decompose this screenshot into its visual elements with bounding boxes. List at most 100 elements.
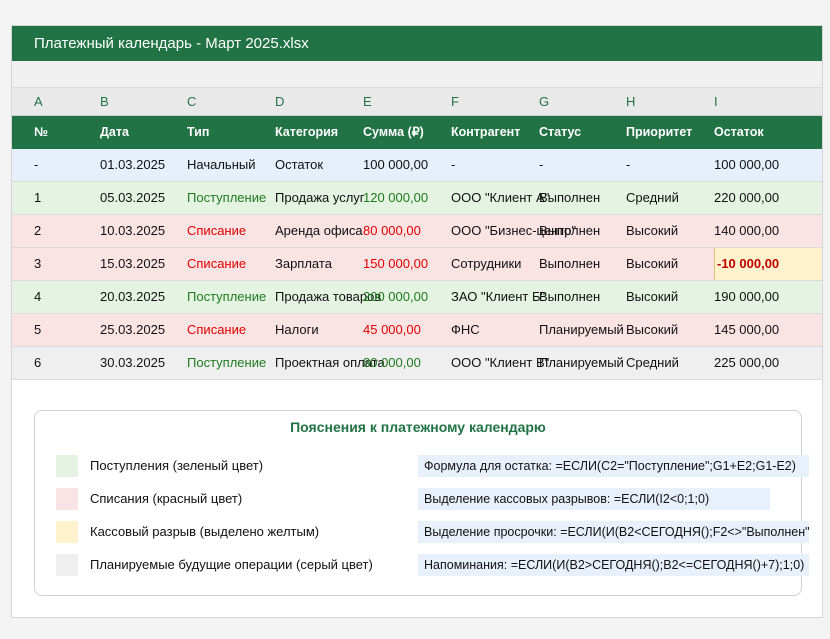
cell-number[interactable]: - (34, 149, 38, 181)
cell-balance[interactable]: 145 000,00 (714, 314, 822, 346)
legend-swatch-planned (56, 554, 78, 576)
cell-status[interactable]: - (539, 149, 543, 181)
cell-status[interactable]: Выполнен (539, 215, 600, 247)
cell-amount[interactable]: 45 000,00 (363, 314, 421, 346)
cell-amount[interactable]: 150 000,00 (363, 248, 428, 280)
table-row[interactable]: 4 20.03.2025 Поступление Продажа товаров 200… (12, 281, 822, 314)
cell-priority[interactable]: Высокий (626, 248, 678, 280)
cell-date[interactable]: 20.03.2025 (100, 281, 165, 313)
cell-priority[interactable]: Высокий (626, 314, 678, 346)
cell-balance[interactable]: 140 000,00 (714, 215, 822, 247)
window-title: Платежный календарь - Март 2025.xlsx (12, 26, 822, 61)
table-row[interactable]: 5 25.03.2025 Списание Налоги 45 000,00 ФНС Пла… (12, 314, 822, 347)
cell-amount[interactable]: 200 000,00 (363, 281, 428, 313)
cell-category[interactable]: Продажа услуг (275, 182, 365, 214)
cell-balance[interactable]: 100 000,00 (714, 149, 822, 181)
legend-title: Пояснения к платежному календарю (290, 419, 546, 435)
legend-swatch-income (56, 455, 78, 477)
cell-type[interactable]: Списание (187, 215, 246, 247)
table-row[interactable]: -01.03.2025 Начальный Остаток 100 000,00- - -… (12, 149, 822, 182)
cell-date[interactable]: 10.03.2025 (100, 215, 165, 247)
table-row[interactable]: 2 10.03.2025 Списание Аренда офиса 80 000,00… (12, 215, 822, 248)
table-row[interactable]: 1 05.03.2025 Поступление Продажа услуг 120 0… (12, 182, 822, 215)
header-status[interactable]: Статус (539, 116, 581, 148)
column-letter-i[interactable]: I (714, 88, 718, 116)
header-category[interactable]: Категория (275, 116, 338, 148)
cell-number[interactable]: 2 (34, 215, 41, 247)
cell-number[interactable]: 5 (34, 314, 41, 346)
column-letter-h[interactable]: H (626, 88, 635, 116)
cell-amount[interactable]: 100 000,00 (363, 149, 428, 181)
cell-priority[interactable]: Средний (626, 182, 679, 214)
header-type[interactable]: Тип (187, 116, 209, 148)
cell-counterparty[interactable]: ООО "Клиент В" (451, 347, 549, 379)
cell-date[interactable]: 25.03.2025 (100, 314, 165, 346)
cell-amount[interactable]: 120 000,00 (363, 182, 428, 214)
cell-balance[interactable]: 190 000,00 (714, 281, 822, 313)
column-letter-g[interactable]: G (539, 88, 549, 116)
header-date[interactable]: Дата (100, 116, 129, 148)
cell-category[interactable]: Налоги (275, 314, 319, 346)
header-row: № Дата Тип Категория Сумма (₽) Контраген… (12, 116, 822, 149)
cell-number[interactable]: 1 (34, 182, 41, 214)
cell-balance[interactable]: 225 000,00 (714, 347, 822, 379)
legend-panel: Пояснения к платежному календарю Поступл… (34, 410, 809, 596)
column-letter-c[interactable]: C (187, 88, 196, 116)
cell-type[interactable]: Списание (187, 248, 246, 280)
cell-number[interactable]: 6 (34, 347, 41, 379)
header-amount[interactable]: Сумма (₽) (363, 116, 424, 148)
formula-balance: Формула для остатка: =ЕСЛИ(C2="Поступлен… (418, 455, 809, 477)
header-priority[interactable]: Приоритет (626, 116, 692, 148)
cell-counterparty[interactable]: ЗАО "Клиент Б" (451, 281, 545, 313)
cell-status[interactable]: Планируемый (539, 347, 624, 379)
cell-type[interactable]: Начальный (187, 149, 255, 181)
cell-counterparty[interactable]: - (451, 149, 455, 181)
cell-status[interactable]: Выполнен (539, 182, 600, 214)
cell-priority[interactable]: Высокий (626, 281, 678, 313)
cell-type[interactable]: Поступление (187, 347, 266, 379)
cell-type[interactable]: Поступление (187, 281, 266, 313)
spreadsheet-window: Платежный календарь - Март 2025.xlsx A B… (11, 25, 823, 618)
cell-balance[interactable]: 220 000,00 (714, 182, 822, 214)
cell-type[interactable]: Поступление (187, 182, 266, 214)
column-letter-b[interactable]: B (100, 88, 109, 116)
formula-overdue: Выделение просрочки: =ЕСЛИ(И(B2<СЕГОДНЯ(… (418, 521, 809, 543)
table-row[interactable]: 6 30.03.2025 Поступление Проектная оплата 80… (12, 347, 822, 380)
cell-category[interactable]: Остаток (275, 149, 323, 181)
cell-amount[interactable]: 80 000,00 (363, 347, 421, 379)
cell-date[interactable]: 15.03.2025 (100, 248, 165, 280)
header-balance[interactable]: Остаток (714, 116, 764, 148)
cell-type[interactable]: Списание (187, 314, 246, 346)
cell-category[interactable]: Зарплата (275, 248, 332, 280)
cell-amount[interactable]: 80 000,00 (363, 215, 421, 247)
header-counterparty[interactable]: Контрагент (451, 116, 520, 148)
cell-status[interactable]: Планируемый (539, 314, 624, 346)
toolbar (12, 61, 822, 88)
cell-date[interactable]: 01.03.2025 (100, 149, 165, 181)
cell-priority[interactable]: Высокий (626, 215, 678, 247)
cell-counterparty[interactable]: Сотрудники (451, 248, 521, 280)
cell-counterparty[interactable]: ФНС (451, 314, 480, 346)
cell-date[interactable]: 05.03.2025 (100, 182, 165, 214)
cell-counterparty[interactable]: ООО "Клиент А" (451, 182, 549, 214)
cell-status[interactable]: Выполнен (539, 281, 600, 313)
cell-category[interactable]: Аренда офиса (275, 215, 363, 247)
cell-priority[interactable]: - (626, 149, 630, 181)
cell-number[interactable]: 3 (34, 248, 41, 280)
cell-status[interactable]: Выполнен (539, 248, 600, 280)
legend-label-gap: Кассовый разрыв (выделено желтым) (90, 524, 320, 539)
column-letter-e[interactable]: E (363, 88, 372, 116)
header-number[interactable]: № (34, 116, 48, 148)
legend-label-planned: Планируемые будущие операции (серый цвет… (90, 557, 373, 572)
column-letter-f[interactable]: F (451, 88, 459, 116)
cell-number[interactable]: 4 (34, 281, 41, 313)
formula-cash-gap: Выделение кассовых разрывов: =ЕСЛИ(I2<0;… (418, 488, 770, 510)
legend-label-expense: Списания (красный цвет) (90, 491, 243, 506)
legend-label-income: Поступления (зеленый цвет) (90, 458, 264, 473)
cell-date[interactable]: 30.03.2025 (100, 347, 165, 379)
cell-balance[interactable]: -10 000,00 (714, 248, 822, 280)
table-row[interactable]: 3 15.03.2025 Списание Зарплата 150 000,00 Сот… (12, 248, 822, 281)
column-letter-d[interactable]: D (275, 88, 284, 116)
cell-priority[interactable]: Средний (626, 347, 679, 379)
column-letter-a[interactable]: A (34, 88, 43, 116)
